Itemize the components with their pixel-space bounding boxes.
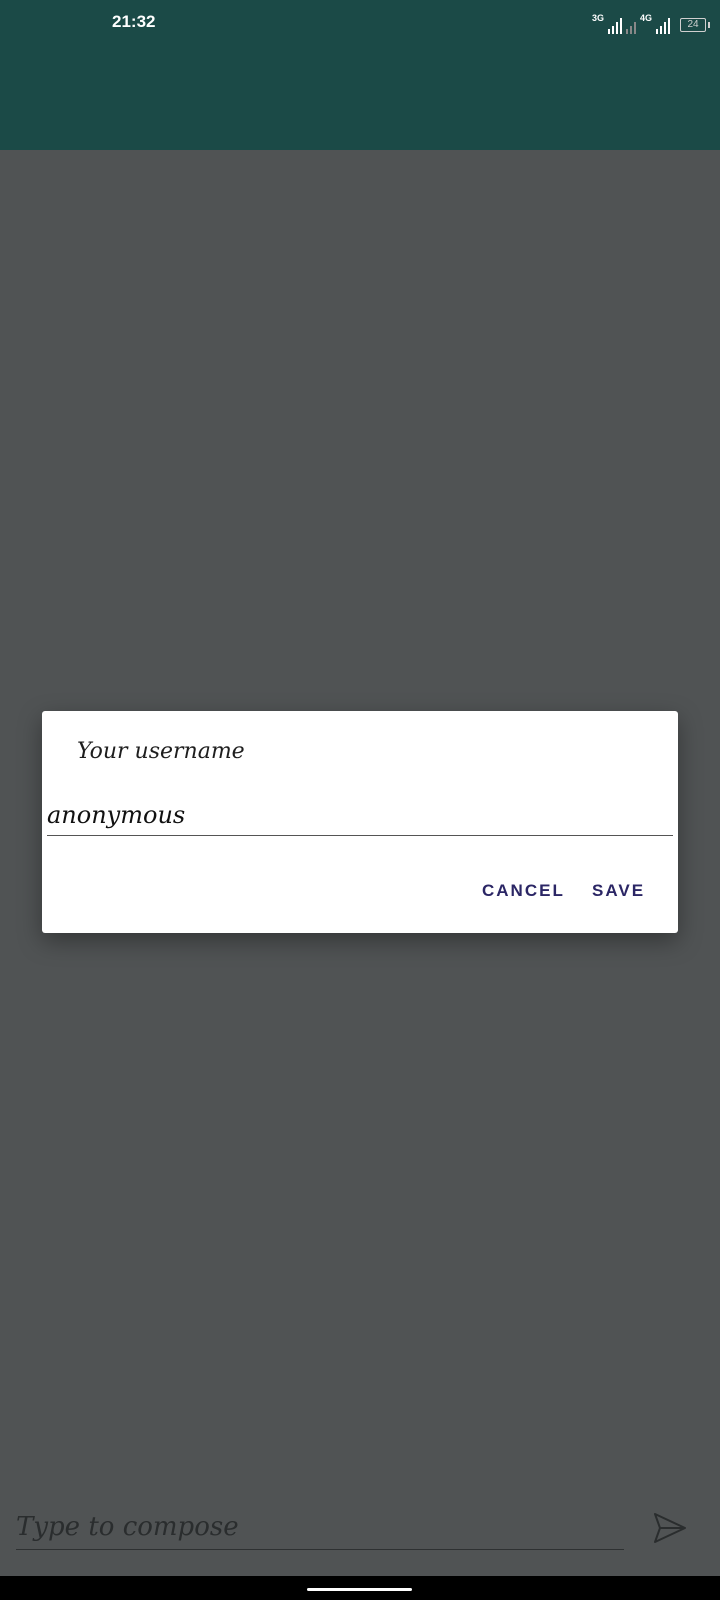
cancel-button[interactable]: CANCEL (482, 881, 565, 901)
signal-4g-icon (656, 18, 670, 34)
send-icon (654, 1513, 686, 1543)
signal-weak-icon (625, 18, 636, 34)
status-icons: 3G 4G 24 (591, 13, 710, 34)
app-bar: 21:32 3G 4G 24 (0, 0, 720, 150)
save-button[interactable]: SAVE (592, 881, 645, 901)
dialog-title: Your username (77, 739, 245, 764)
signal-icon (607, 18, 622, 34)
home-handle[interactable] (307, 1588, 412, 1591)
navigation-bar (0, 1576, 720, 1600)
battery-icon: 24 (680, 18, 710, 32)
network-4g-label: 4G (639, 13, 652, 23)
network-3g-label: 3G (591, 13, 604, 23)
username-dialog: Your username anonymous CANCEL SAVE (42, 711, 678, 933)
compose-input[interactable]: Type to compose (16, 1505, 624, 1550)
send-button[interactable] (648, 1508, 692, 1548)
status-time: 21:32 (112, 12, 156, 31)
username-input[interactable]: anonymous (47, 795, 673, 836)
